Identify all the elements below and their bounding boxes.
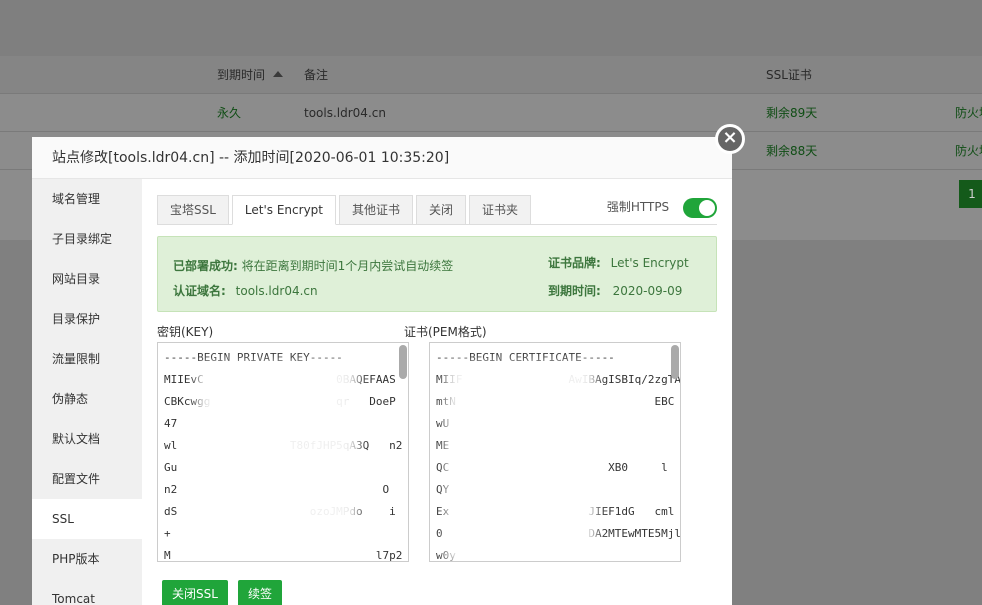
- deploy-status-label: 已部署成功:: [173, 259, 238, 273]
- tab-cert-folder[interactable]: 证书夹: [469, 195, 532, 225]
- deploy-status-text: 将在距离到期时间1个月内尝试自动续签: [241, 259, 454, 273]
- remark-cell: tools.ldr04.cn: [304, 106, 386, 120]
- force-https: 强制HTTPS: [607, 196, 717, 218]
- renew-button[interactable]: 续签: [238, 580, 283, 605]
- cert-expire-value: 2020-09-09: [612, 284, 683, 298]
- cert-domain-label: 认证域名:: [173, 284, 226, 298]
- ssl-cell[interactable]: 剩余89天: [766, 94, 817, 132]
- tab-baota-ssl[interactable]: 宝塔SSL: [157, 195, 229, 225]
- sidebar-item-domain[interactable]: 域名管理: [32, 179, 142, 219]
- close-icon[interactable]: ×: [715, 124, 745, 154]
- key-scrollbar[interactable]: [399, 345, 407, 379]
- cert-expire-label: 到期时间:: [548, 284, 601, 298]
- key-label: 密钥(KEY): [157, 325, 214, 339]
- sidebar-item-config[interactable]: 配置文件: [32, 459, 142, 499]
- table-header: 到期时间 备注 SSL证书: [0, 56, 982, 94]
- sidebar-item-php[interactable]: PHP版本: [32, 539, 142, 579]
- sidebar-item-tomcat[interactable]: Tomcat: [32, 579, 142, 605]
- expire-cell: 永久: [217, 106, 242, 120]
- redaction-mask: [198, 363, 358, 561]
- sidebar-item-dir-protect[interactable]: 目录保护: [32, 299, 142, 339]
- cert-scrollbar[interactable]: [671, 345, 679, 379]
- sidebar-item-default-doc[interactable]: 默认文档: [32, 419, 142, 459]
- ssl-panel: 宝塔SSL Let's Encrypt 其他证书 关闭 证书夹 强制HTTPS …: [157, 179, 717, 605]
- firewall-link[interactable]: 防火墙: [955, 132, 982, 170]
- cert-brand: 证书品牌: Let's Encrypt: [548, 254, 689, 271]
- modal-title: 站点修改[tools.ldr04.cn] -- 添加时间[2020-06-01 …: [32, 137, 732, 179]
- cert-domain-value: tools.ldr04.cn: [235, 284, 318, 298]
- tab-other-cert[interactable]: 其他证书: [339, 195, 414, 225]
- force-https-label: 强制HTTPS: [606, 200, 670, 214]
- cert-label: 证书(PEM格式): [404, 325, 487, 339]
- col-ssl: SSL证书: [766, 68, 812, 82]
- sidebar-item-rewrite[interactable]: 伪静态: [32, 379, 142, 419]
- cert-brand-label: 证书品牌:: [548, 256, 601, 270]
- modal-sidebar: 域名管理 子目录绑定 网站目录 目录保护 流量限制 伪静态 默认文档 配置文件 …: [32, 179, 142, 605]
- key-textarea[interactable]: -----BEGIN PRIVATE KEY----- MIIEvC 0BAQE…: [157, 342, 409, 562]
- ssl-cell[interactable]: 剩余88天: [766, 132, 817, 170]
- site-edit-modal: 站点修改[tools.ldr04.cn] -- 添加时间[2020-06-01 …: [32, 137, 732, 605]
- cert-status-box: 已部署成功: 将在距离到期时间1个月内尝试自动续签 认证域名: tools.ld…: [157, 236, 717, 312]
- sidebar-item-subdir[interactable]: 子目录绑定: [32, 219, 142, 259]
- col-remark: 备注: [304, 68, 329, 82]
- cert-textarea[interactable]: -----BEGIN CERTIFICATE----- MIIF AwIBAgI…: [429, 342, 681, 562]
- sidebar-item-ssl[interactable]: SSL: [32, 499, 142, 539]
- page-button[interactable]: 1: [959, 180, 982, 208]
- tab-lets-encrypt[interactable]: Let's Encrypt: [231, 195, 336, 225]
- redaction-mask: [446, 363, 596, 561]
- cert-domain: 认证域名: tools.ldr04.cn: [173, 282, 318, 299]
- ssl-tabs: 宝塔SSL Let's Encrypt 其他证书 关闭 证书夹: [157, 195, 534, 227]
- close-ssl-button[interactable]: 关闭SSL: [162, 580, 228, 605]
- deploy-status: 已部署成功: 将在距离到期时间1个月内尝试自动续签: [173, 257, 453, 274]
- firewall-link[interactable]: 防火墙: [955, 94, 982, 132]
- col-expire[interactable]: 到期时间: [217, 56, 284, 94]
- table-row: 永久 tools.ldr04.cn 剩余89天 防火墙: [0, 94, 982, 132]
- sort-up-icon: [273, 71, 284, 77]
- tab-close[interactable]: 关闭: [416, 195, 467, 225]
- force-https-toggle[interactable]: [683, 197, 717, 218]
- page-top-area: [0, 0, 982, 56]
- cert-brand-value: Let's Encrypt: [610, 256, 689, 270]
- sidebar-item-traffic[interactable]: 流量限制: [32, 339, 142, 379]
- sidebar-item-site-dir[interactable]: 网站目录: [32, 259, 142, 299]
- cert-expire: 到期时间: 2020-09-09: [548, 282, 682, 299]
